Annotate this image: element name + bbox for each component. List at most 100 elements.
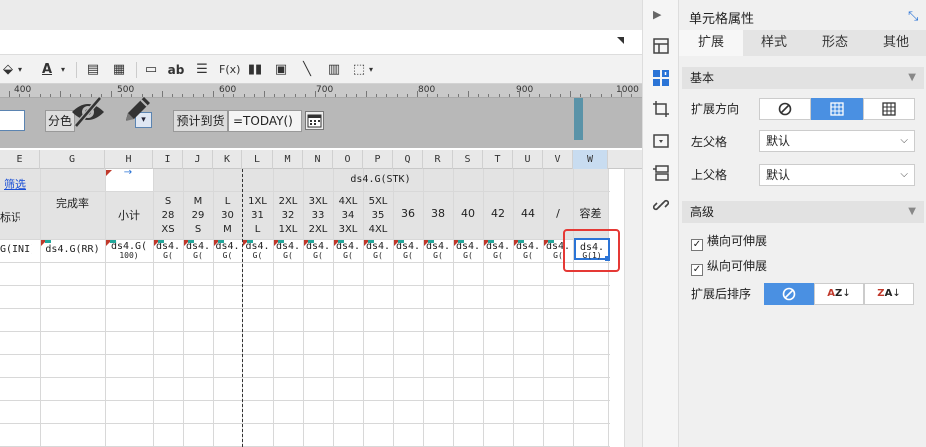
filter-link[interactable]: 筛选	[0, 178, 30, 192]
chevron-down-icon: ⌵	[900, 135, 908, 146]
column-header[interactable]: V	[543, 150, 573, 169]
header-label: 小计	[118, 209, 140, 222]
header-label: M	[193, 196, 203, 207]
cell-element-icon[interactable]	[653, 38, 669, 54]
sub-report-icon[interactable]: ▥	[325, 61, 343, 79]
column-header[interactable]: N	[303, 150, 333, 169]
layout-icon[interactable]	[653, 165, 669, 181]
column-header[interactable]: Q	[393, 150, 423, 169]
vertical-scrollbar[interactable]	[624, 169, 642, 447]
checkbox-checked-icon[interactable]: ✓	[691, 264, 703, 276]
column-header[interactable]: E	[0, 150, 40, 169]
header-label: 35	[371, 210, 385, 221]
fill-color-icon[interactable]: ⬙	[0, 61, 16, 79]
eye-slash-icon[interactable]	[70, 96, 106, 128]
chevron-right-icon[interactable]: ▶	[653, 8, 669, 24]
grid-line	[0, 354, 610, 355]
data-cell: G(	[373, 251, 383, 260]
column-header[interactable]: S	[453, 150, 483, 169]
data-cell[interactable]: G(INI)	[0, 243, 32, 257]
section-basic[interactable]: 基本 ▼	[682, 67, 924, 89]
column-header[interactable]: I	[153, 150, 183, 169]
expand-none-button[interactable]	[759, 98, 811, 120]
horizontal-expand-checkbox-row[interactable]: ✓ 横向可伸展	[691, 233, 767, 251]
text-icon[interactable]: ab	[166, 61, 186, 79]
ruler-tick	[325, 94, 326, 97]
formula-icon[interactable]: F(x)	[219, 61, 240, 79]
bar-chart-icon[interactable]: ▮▮	[246, 61, 264, 79]
param-date-input[interactable]: =TODAY()	[228, 110, 302, 132]
pencil-icon[interactable]	[120, 94, 154, 126]
expand-vertical-button[interactable]	[811, 98, 863, 120]
expand-horizontal-button[interactable]	[863, 98, 915, 120]
insert-element-icon[interactable]: ⬚	[350, 61, 368, 79]
data-cell: G(	[193, 251, 203, 260]
column-header[interactable]: L	[242, 150, 273, 169]
column-header[interactable]: G	[40, 150, 105, 169]
slash-icon[interactable]: ╲	[298, 61, 316, 79]
text-field-icon[interactable]: ▭	[142, 61, 160, 79]
data-cell: G(	[222, 251, 233, 260]
insert-element-dropdown-icon[interactable]: ▾	[367, 61, 375, 79]
param-label-eta: 预计到货	[173, 110, 228, 132]
top-parent-select[interactable]: 默认 ⌵	[759, 164, 915, 186]
ruler-tick	[193, 94, 194, 97]
ruler-label: 1000	[616, 85, 639, 95]
data-cell[interactable]: ds4.G(RR)	[40, 243, 105, 257]
column-header[interactable]: W	[573, 150, 608, 169]
param-pane-resize-bar[interactable]	[574, 98, 583, 140]
report-grid[interactable]: 筛选 标识 完成率 小计 ds4.G(STK) S 28 XS M 29 S L 30 M 1XL 31 L 2X…	[0, 167, 642, 447]
crop-icon[interactable]	[653, 101, 669, 117]
tab-other[interactable]: 其他	[865, 30, 926, 56]
column-header[interactable]: J	[183, 150, 213, 169]
align-icon[interactable]: ☰	[193, 61, 211, 79]
tab-form[interactable]: 形态	[805, 30, 865, 56]
tab-expand[interactable]: 扩展	[679, 30, 743, 56]
cell-attributes-icon[interactable]	[653, 70, 669, 86]
image-icon[interactable]: ▣	[272, 61, 290, 79]
sort-none-button[interactable]	[764, 283, 814, 305]
left-parent-select[interactable]: 默认 ⌵	[759, 130, 915, 152]
font-color-dropdown-icon[interactable]: ▾	[59, 61, 67, 79]
expand-marker-icon	[188, 240, 194, 243]
expand-marker-icon	[308, 240, 314, 243]
calendar-icon[interactable]	[305, 111, 324, 130]
ruler-tick	[213, 91, 214, 97]
grid-line	[0, 308, 610, 309]
expand-marker-icon	[458, 240, 464, 243]
column-header[interactable]: R	[423, 150, 453, 169]
ruler-tick	[172, 94, 173, 97]
tab-style[interactable]: 样式	[743, 30, 805, 56]
sort-ascending-icon[interactable]: AZ↓	[814, 283, 864, 305]
checkbox-checked-icon[interactable]: ✓	[691, 239, 703, 251]
vertical-expand-checkbox-row[interactable]: ✓ 纵向可伸展	[691, 258, 767, 276]
unmerge-cells-icon[interactable]: ▦	[110, 61, 128, 79]
link-icon[interactable]	[652, 197, 670, 213]
column-header[interactable]: O	[333, 150, 363, 169]
data-cell: G(	[433, 251, 443, 260]
column-header[interactable]: P	[363, 150, 393, 169]
merge-cells-icon[interactable]: ▤	[84, 61, 102, 79]
left-parent-label: 左父格	[691, 135, 728, 149]
sort-descending-icon[interactable]: ZA↓	[864, 283, 914, 305]
column-header[interactable]: K	[213, 150, 242, 169]
ruler-tick	[560, 94, 561, 97]
header-label: 5XL	[368, 196, 388, 207]
collapse-icon[interactable]	[616, 35, 630, 49]
section-advanced[interactable]: 高级 ▼	[682, 201, 924, 223]
data-cell: G(	[463, 251, 473, 260]
widget-icon[interactable]	[653, 133, 669, 149]
column-header[interactable]: M	[273, 150, 303, 169]
cell-properties-panel: 单元格属性 ⤡ 扩展 样式 形态 其他 基本 ▼ 扩展方向 左父格 默认 ⌵ 上…	[678, 0, 926, 447]
font-color-icon[interactable]: A	[38, 61, 56, 79]
caret-down-icon: ▼	[908, 72, 916, 83]
fill-color-dropdown-icon[interactable]: ▾	[16, 61, 24, 79]
header-label: 32	[281, 210, 295, 221]
ruler-tick	[356, 94, 357, 97]
header-label: 36	[401, 207, 415, 220]
column-header[interactable]: U	[513, 150, 543, 169]
grid-line	[0, 400, 610, 401]
column-header[interactable]: T	[483, 150, 513, 169]
param-input[interactable]	[0, 110, 25, 131]
pin-icon[interactable]: ⤡	[908, 9, 918, 24]
